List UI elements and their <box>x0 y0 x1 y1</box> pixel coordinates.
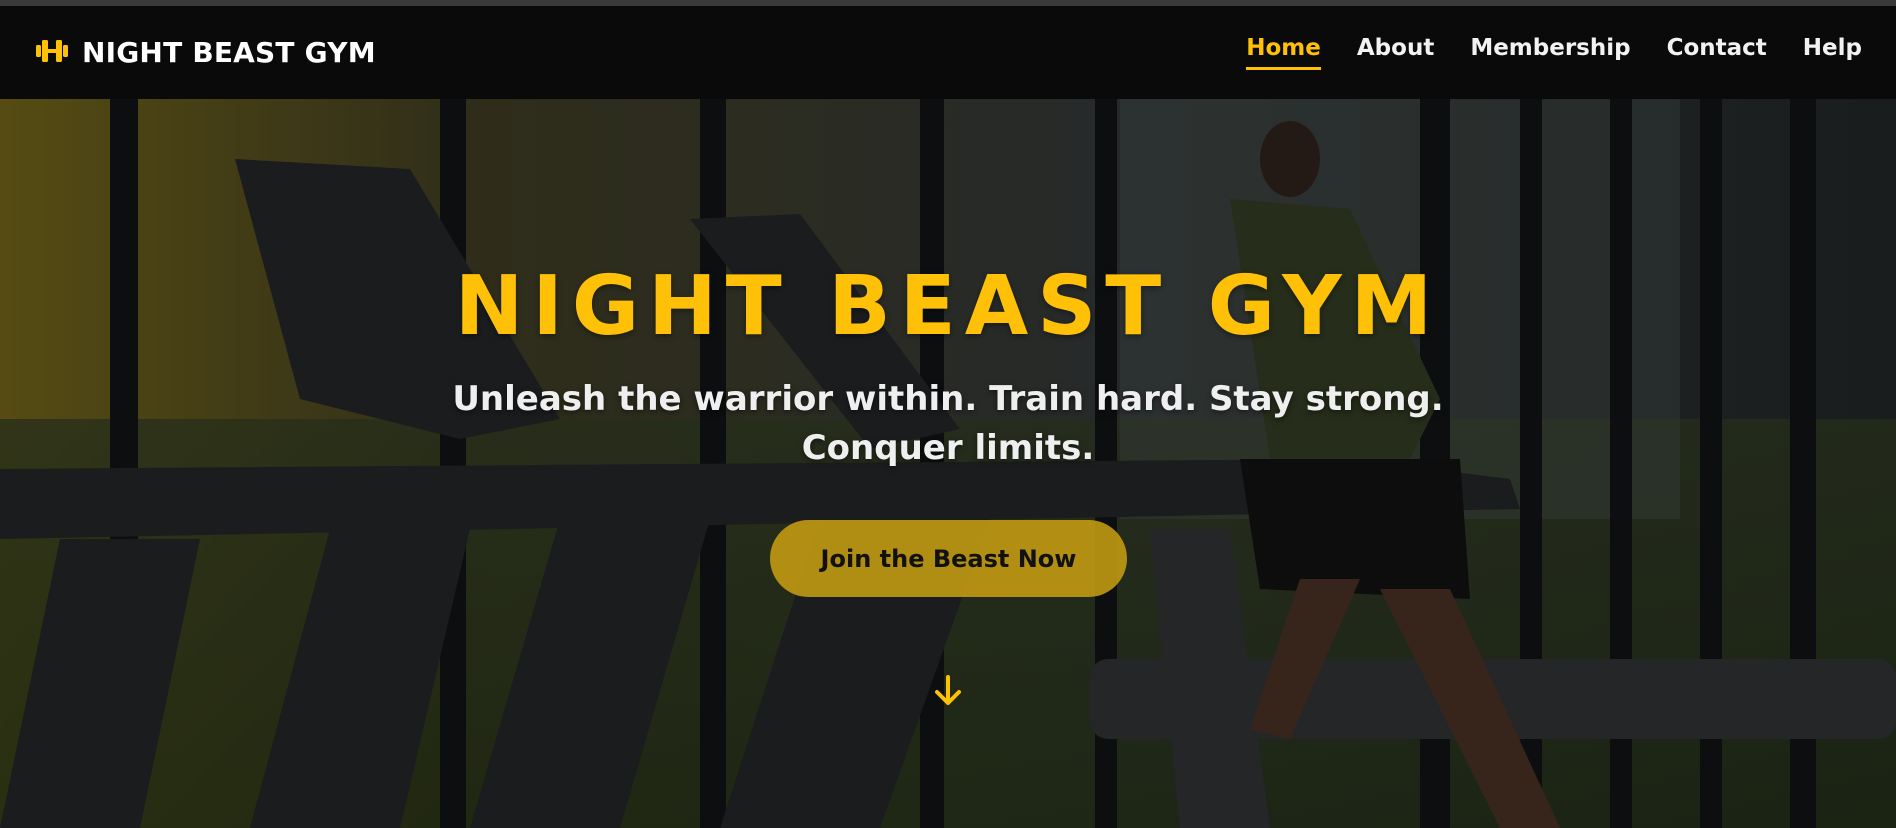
nav-help[interactable]: Help <box>1803 35 1862 70</box>
hero-section: NIGHT BEAST GYM Unleash the warrior with… <box>0 99 1896 828</box>
arrow-down-icon[interactable] <box>932 674 964 708</box>
brand-name: NIGHT BEAST GYM <box>82 36 376 69</box>
main-nav: Home About Membership Contact Help <box>1246 35 1862 70</box>
dumbbell-icon <box>34 36 70 70</box>
nav-membership[interactable]: Membership <box>1470 35 1630 70</box>
join-button[interactable]: Join the Beast Now <box>770 520 1127 597</box>
hero-title: NIGHT BEAST GYM <box>454 259 1442 354</box>
brand-logo[interactable]: NIGHT BEAST GYM <box>34 36 376 70</box>
nav-home[interactable]: Home <box>1246 35 1321 70</box>
hero-subtitle: Unleash the warrior within. Train hard. … <box>452 379 1444 468</box>
nav-about[interactable]: About <box>1357 35 1434 70</box>
nav-contact[interactable]: Contact <box>1667 35 1767 70</box>
navbar: NIGHT BEAST GYM Home About Membership Co… <box>0 6 1896 99</box>
